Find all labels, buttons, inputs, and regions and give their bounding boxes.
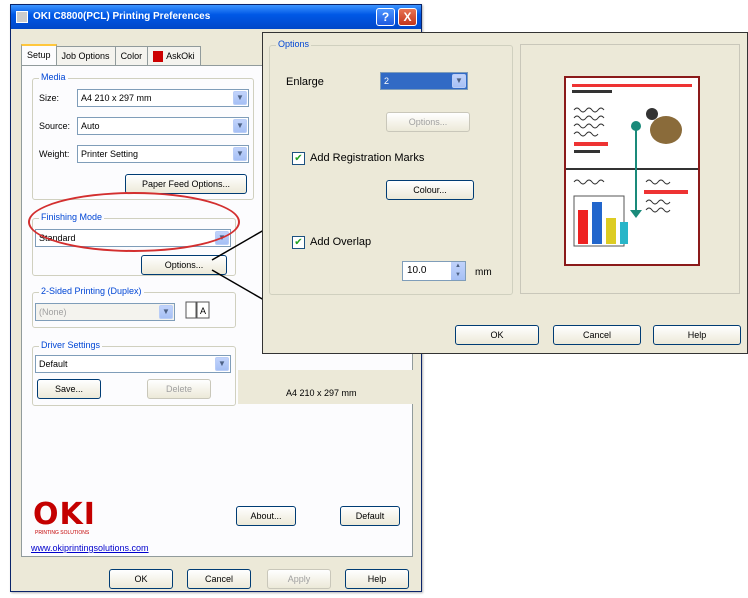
spinner-arrows-icon[interactable]: ▲ ▼	[451, 262, 465, 280]
overlap-value: 10.0	[407, 265, 427, 276]
poster-preview-page	[564, 76, 700, 266]
colour-button[interactable]: Colour...	[386, 180, 474, 200]
overlap-label: Add Overlap	[310, 236, 372, 248]
options-group: Options Enlarge 2 ▼ Options... ✔ Add Regi…	[269, 39, 513, 295]
registration-marks-checkbox[interactable]: ✔	[292, 152, 305, 165]
options-help-button[interactable]: Help	[653, 325, 741, 345]
options-cancel-button[interactable]: Cancel	[553, 325, 641, 345]
chevron-down-icon: ▼	[452, 74, 466, 88]
options-ok-button[interactable]: OK	[455, 325, 539, 345]
overlap-checkbox[interactable]: ✔	[292, 236, 305, 249]
enlarge-select-value: 2	[384, 76, 390, 86]
overlap-unit: mm	[475, 267, 492, 278]
enlarge-select[interactable]: 2 ▼	[380, 72, 468, 90]
enlarge-label: Enlarge	[286, 76, 324, 88]
enlarge-options-button[interactable]: Options...	[386, 112, 470, 132]
options-group-label: Options	[276, 39, 312, 49]
registration-marks-label: Add Registration Marks	[310, 152, 425, 164]
overlap-spinner[interactable]: 10.0 ▲ ▼	[402, 261, 466, 281]
poster-preview-graphic	[566, 84, 698, 247]
